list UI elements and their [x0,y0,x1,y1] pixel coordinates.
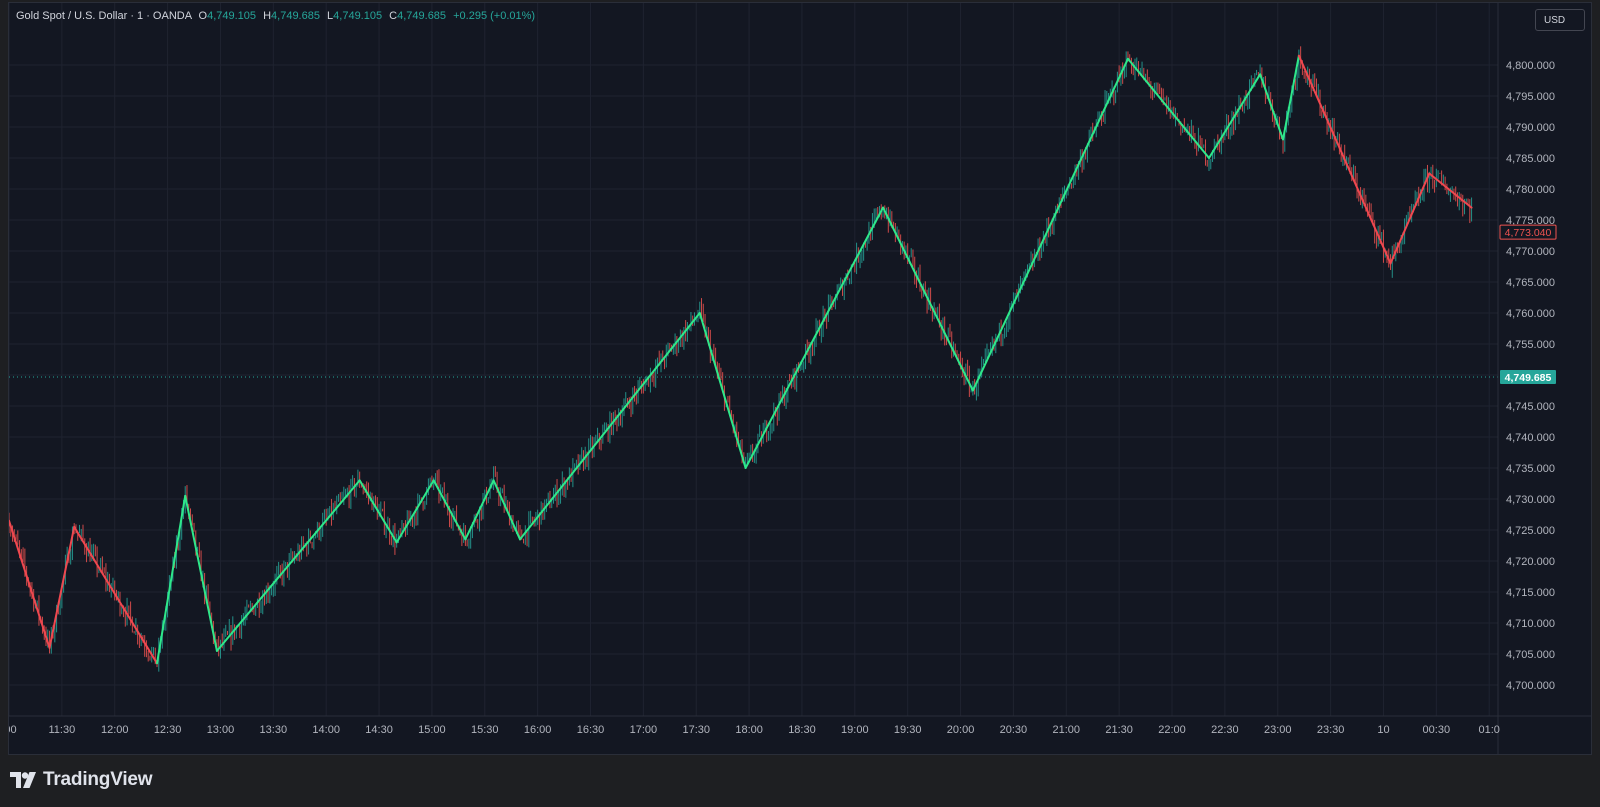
x-tick-label: 18:00 [735,724,763,736]
x-tick-label: 20:30 [1000,724,1028,736]
y-tick-label: 4,745.000 [1506,401,1555,413]
zigzag-segment [1259,73,1285,141]
x-tick-label: 17:30 [682,724,710,736]
x-tick-label: 19:30 [894,724,922,736]
chart-frame[interactable]: 4,700.000 4,705.000 4,710.000 4,715.000 4,72… [8,2,1592,755]
x-tick-label: 16:30 [577,724,605,736]
last-price-badge-text: 4,749.685 [1505,372,1552,384]
x-tick-label: 17:00 [630,724,658,736]
x-tick-label: 11:30 [49,724,76,736]
zigzag-segment [395,479,435,544]
zigzag-segment [971,57,1129,392]
zigzag-segment [1428,172,1473,209]
grid-layer [9,3,1498,716]
x-tick-label: 21:00 [1053,724,1081,736]
y-tick-label: 4,770.000 [1506,246,1555,258]
x-tick-label: 14:00 [312,724,340,736]
zigzag-segment [156,494,187,665]
close-label: C [389,10,398,22]
y-tick-label: 4,755.000 [1506,339,1555,351]
currency-button[interactable]: USD [1535,9,1585,31]
zigzag-segment [698,312,747,469]
y-tick-label: 4,710.000 [1506,618,1555,630]
zigzag-layer [9,54,1473,665]
zigzag-segment [1389,172,1431,265]
x-tick-label: 21:30 [1105,724,1133,736]
x-tick-label: 15:30 [471,724,499,736]
zigzag-segment [358,479,398,544]
x-tick-label: 01:0 [1478,724,1499,736]
y-tick-label: 4,705.000 [1506,649,1555,661]
x-tick-label: 19:00 [841,724,869,736]
zigzag-segment [1297,54,1392,265]
zigzag-segment [73,525,159,665]
x-tick-label: 23:00 [1264,724,1292,736]
y-tick-label: 4,795.000 [1506,91,1555,103]
x-tick-label: 10 [1377,724,1389,736]
y-tick-label: 4,765.000 [1506,277,1555,289]
high-value: 4,749.685 [271,10,320,22]
x-tick-label: 15:00 [418,724,446,736]
y-tick-label: 4,725.000 [1506,525,1555,537]
close-value: 4,749.685 [397,10,447,22]
x-tick-label: 22:00 [1158,724,1186,736]
x-tick-label: 12:30 [154,724,182,736]
zigzag-segment [9,519,51,649]
zigzag-segment [215,479,361,652]
high-label: H [263,10,272,22]
y-tick-label: 4,735.000 [1506,463,1555,475]
x-tick-label: 16:00 [524,724,552,736]
zigzag-segment [882,206,974,392]
tradingview-brand-name: TradingView [43,769,153,790]
y-tick-label: 4,790.000 [1506,122,1555,134]
zigzag-segment [1208,73,1262,159]
open-label: O [198,10,208,22]
x-tick-label: 13:30 [260,724,288,736]
price-chart[interactable]: 4,700.000 4,705.000 4,710.000 4,715.000 4,72… [9,3,1592,755]
symbol-label[interactable]: Gold Spot / U.S. Dollar · 1 · OANDA [16,10,191,22]
zigzag-segment [744,206,885,469]
x-tick-label: :00 [9,724,17,736]
y-tick-label: 4,800.000 [1506,60,1555,72]
y-tick-label: 4,740.000 [1506,432,1555,444]
zigzag-segment [1126,57,1211,159]
x-tick-label: 23:30 [1317,724,1345,736]
y-tick-label: 4,780.000 [1506,184,1555,196]
marker-price-badge-text: 4,773.040 [1505,227,1552,239]
y-tick-label: 4,760.000 [1506,308,1555,320]
x-tick-label: 00:30 [1423,724,1451,736]
x-tick-label: 12:00 [101,724,129,736]
y-tick-label: 4,785.000 [1506,153,1555,165]
y-tick-label: 4,715.000 [1506,587,1555,599]
x-tick-label: 20:00 [947,724,975,736]
x-tick-label: 14:30 [365,724,393,736]
x-tick-label: 18:30 [788,724,816,736]
low-value: 4,749.105 [333,10,383,22]
x-tick-label: 22:30 [1211,724,1239,736]
candles-layer [9,46,1473,672]
chart-legend: Gold Spot / U.S. Dollar · 1 · OANDA O4,7… [16,10,535,22]
x-tick-label: 13:00 [207,724,235,736]
tradingview-logo-icon [10,772,36,788]
price-axis-bg[interactable] [1498,3,1592,716]
change-value: +0.295 (+0.01%) [453,10,536,22]
open-value: 4,749.105 [207,10,257,22]
zigzag-segment [184,494,218,652]
zigzag-segment [519,312,701,541]
y-tick-label: 4,700.000 [1506,680,1555,692]
y-tick-label: 4,720.000 [1506,556,1555,568]
tradingview-logo[interactable]: TradingView [10,768,153,792]
y-tick-label: 4,730.000 [1506,494,1555,506]
time-axis[interactable]: :00 11:30 12:00 12:30 13:00 13:30 14:00 14:30 15… [9,724,1500,736]
